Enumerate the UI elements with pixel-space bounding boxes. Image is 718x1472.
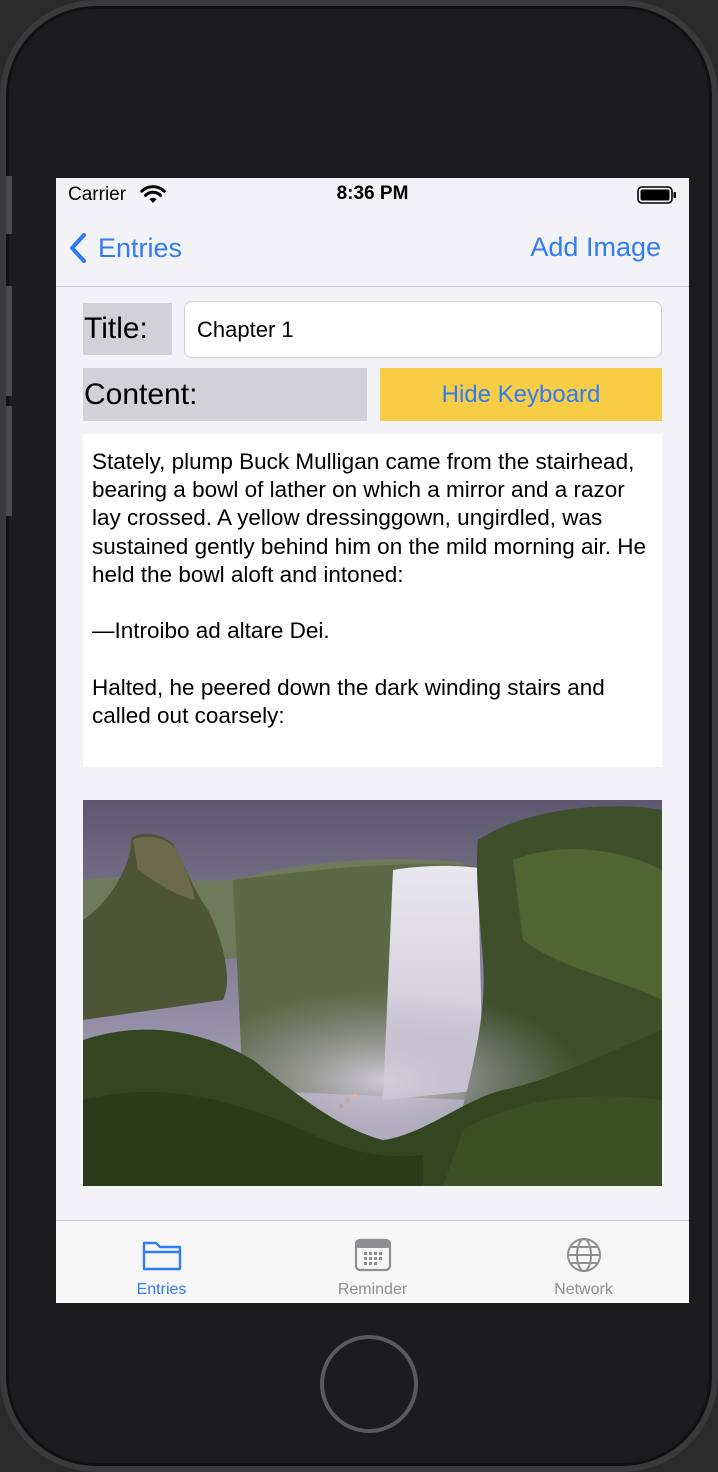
tab-bar: Entries Reminder Network [56, 1220, 689, 1303]
hide-keyboard-button[interactable]: Hide Keyboard [380, 368, 662, 421]
tab-reminder[interactable]: Reminder [267, 1221, 478, 1303]
battery-icon [637, 186, 676, 204]
screen: Carrier 8:36 PM Entries Add Image Title:… [56, 178, 689, 1303]
add-image-button[interactable]: Add Image [530, 232, 661, 263]
content-label: Content: [83, 368, 367, 421]
tab-entries-label: Entries [136, 1281, 187, 1298]
entry-image [83, 800, 662, 1186]
status-time: 8:36 PM [336, 183, 409, 204]
title-label: Title: [83, 303, 172, 355]
title-input[interactable] [184, 301, 662, 358]
chevron-left-icon [70, 233, 86, 263]
tab-reminder-label: Reminder [337, 1281, 408, 1298]
navigation-bar: Entries Add Image [56, 212, 689, 287]
back-button[interactable]: Entries [68, 232, 182, 264]
folder-icon [142, 1241, 182, 1271]
globe-icon [567, 1238, 601, 1272]
status-bar: Carrier 8:36 PM [56, 178, 689, 212]
tab-network[interactable]: Network [478, 1221, 689, 1303]
tab-network-label: Network [554, 1281, 613, 1298]
home-button[interactable] [320, 1335, 418, 1433]
back-button-label: Entries [98, 232, 183, 263]
silent-switch [6, 176, 12, 234]
volume-up-button [6, 286, 12, 396]
content-text-area[interactable]: Stately, plump Buck Mulligan came from t… [83, 434, 662, 767]
calendar-icon [354, 1238, 392, 1272]
volume-down-button [6, 406, 12, 516]
device-frame: Carrier 8:36 PM Entries Add Image Title:… [0, 0, 718, 1472]
tab-entries[interactable]: Entries [56, 1221, 267, 1303]
